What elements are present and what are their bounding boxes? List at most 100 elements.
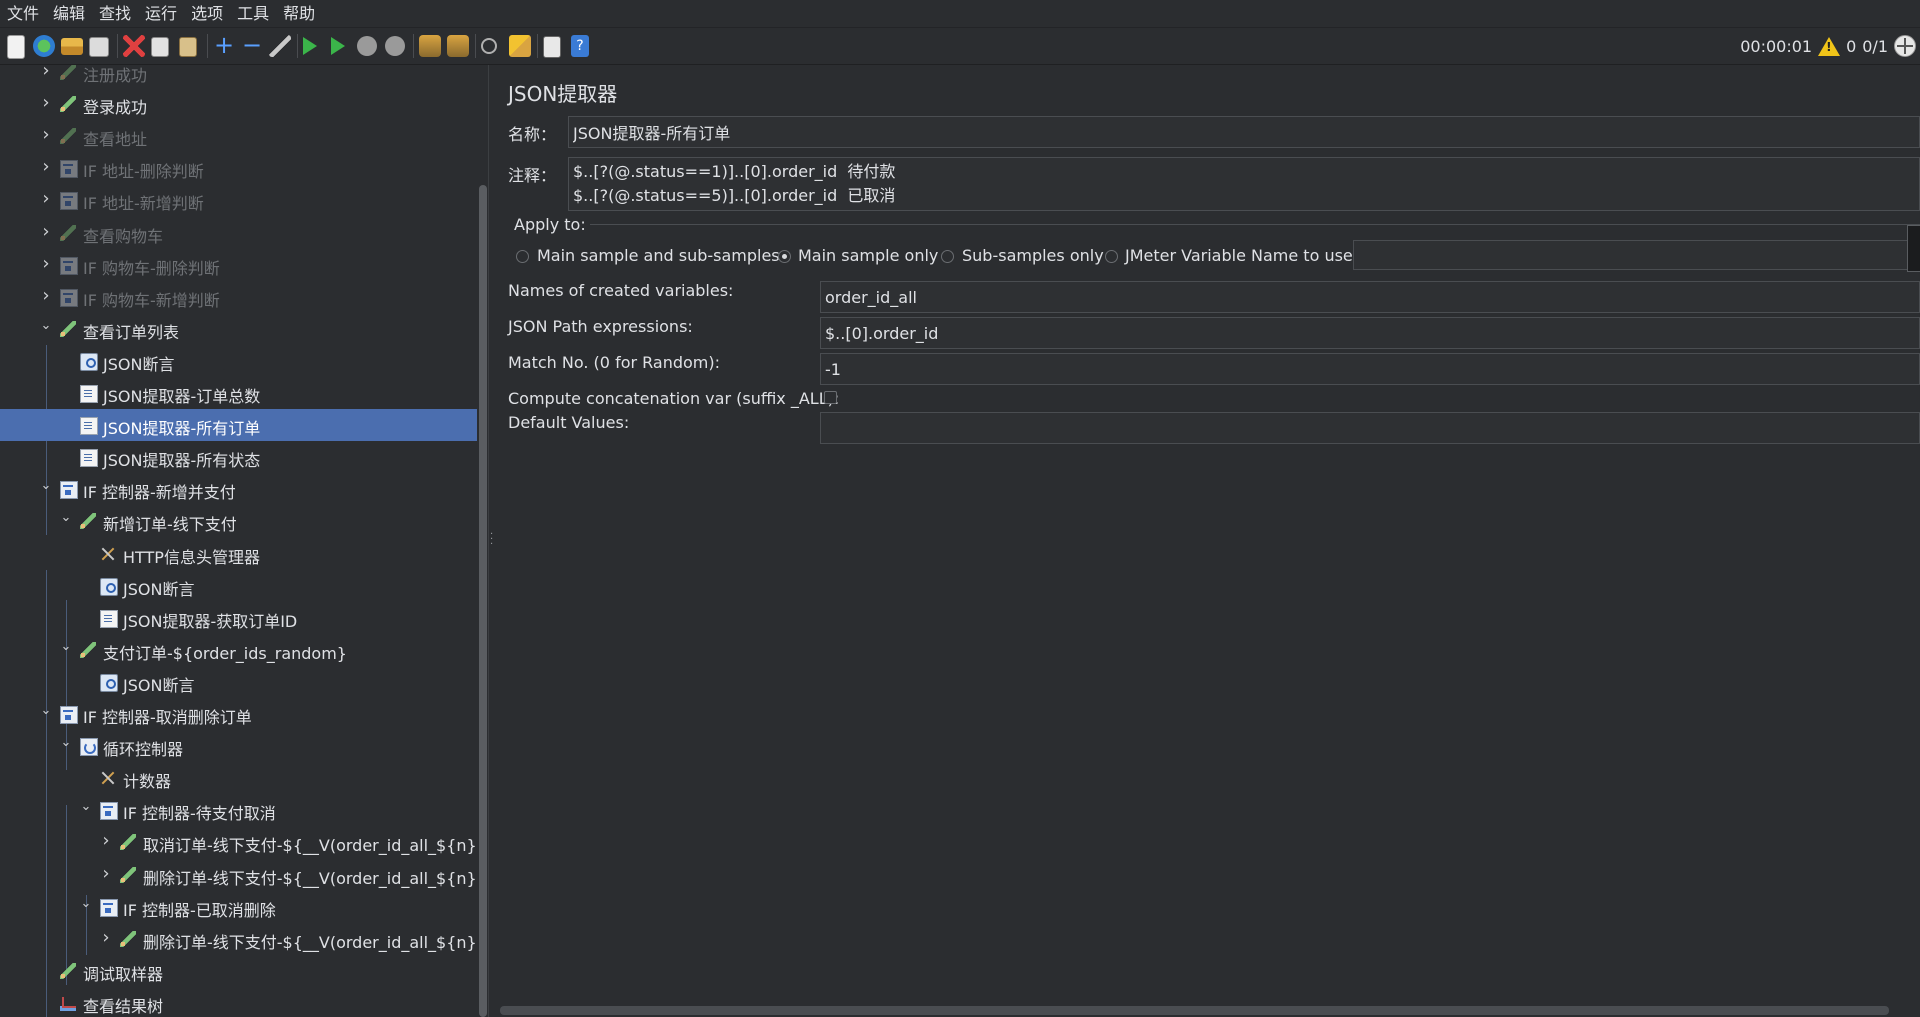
copy-icon[interactable] bbox=[151, 37, 169, 57]
chevron-right-icon[interactable]: › bbox=[39, 94, 53, 112]
tree-node[interactable]: ⌄ IF 控制器-取消删除订单 bbox=[0, 698, 477, 730]
chevron-down-icon[interactable]: ⌄ bbox=[59, 511, 73, 525]
clear-all-icon[interactable] bbox=[447, 35, 469, 57]
tree-node[interactable]: ⌄ IF 控制器-已取消删除 bbox=[0, 891, 477, 923]
match-no-field[interactable] bbox=[820, 353, 1920, 385]
radio-main-and-sub[interactable] bbox=[516, 250, 529, 263]
tree-node[interactable]: › 查看购物车 bbox=[0, 217, 477, 249]
chevron-down-icon[interactable]: ⌄ bbox=[79, 800, 93, 814]
chevron-right-icon[interactable]: › bbox=[99, 928, 113, 946]
tree-node[interactable]: ⌄ IF 控制器-新增并支付 bbox=[0, 473, 477, 505]
tree-node[interactable]: › IF 购物车-删除判断 bbox=[0, 249, 477, 281]
help-icon[interactable]: ? bbox=[571, 35, 589, 57]
menu-run[interactable]: 运行 bbox=[138, 0, 184, 27]
reset-search-icon[interactable] bbox=[509, 35, 531, 57]
editor-horizontal-scrollbar[interactable] bbox=[500, 1006, 1889, 1015]
tree-node[interactable]: › 注册成功 bbox=[0, 65, 477, 88]
radio-sub-only-label[interactable]: Sub-samples only bbox=[962, 246, 1104, 265]
side-collapse-tab[interactable] bbox=[1907, 225, 1920, 272]
toggle-icon[interactable] bbox=[269, 35, 291, 57]
tree-node[interactable]: ⌄ 查看订单列表 bbox=[0, 313, 477, 345]
menu-help[interactable]: 帮助 bbox=[276, 0, 322, 27]
tree-node[interactable]: › 查看地址 bbox=[0, 120, 477, 152]
radio-sub-only[interactable] bbox=[941, 250, 954, 263]
chevron-right-icon[interactable]: › bbox=[39, 65, 53, 80]
tree-node[interactable]: JSON提取器-所有状态 bbox=[0, 441, 477, 473]
menu-edit[interactable]: 编辑 bbox=[46, 0, 92, 27]
clear-icon[interactable] bbox=[419, 35, 441, 57]
chevron-right-icon[interactable]: › bbox=[99, 864, 113, 882]
pencil-icon bbox=[80, 513, 96, 530]
names-field[interactable] bbox=[820, 281, 1920, 313]
search-icon[interactable] bbox=[481, 38, 497, 54]
tree-node[interactable]: › 删除订单-线下支付-${__V(order_id_all_${n})} bbox=[0, 859, 477, 891]
radio-main-only-label[interactable]: Main sample only bbox=[798, 246, 938, 265]
menu-file[interactable]: 文件 bbox=[0, 0, 46, 27]
chevron-right-icon[interactable]: › bbox=[39, 158, 53, 176]
splitter-grip-icon[interactable]: · · · bbox=[490, 530, 494, 550]
open-icon[interactable] bbox=[61, 38, 83, 55]
tree-node[interactable]: JSON断言 bbox=[0, 570, 477, 602]
chevron-right-icon[interactable]: › bbox=[39, 286, 53, 304]
json-path-field[interactable] bbox=[820, 317, 1920, 349]
tree-node[interactable]: JSON提取器-获取订单ID bbox=[0, 602, 477, 634]
chevron-right-icon[interactable]: › bbox=[39, 254, 53, 272]
tree-node[interactable]: JSON提取器-订单总数 bbox=[0, 377, 477, 409]
warning-icon[interactable] bbox=[1818, 36, 1841, 56]
menu-options[interactable]: 选项 bbox=[184, 0, 230, 27]
chevron-down-icon[interactable]: ⌄ bbox=[39, 479, 53, 493]
paste-icon[interactable] bbox=[179, 37, 197, 57]
radio-jmeter-variable-label[interactable]: JMeter Variable Name to use bbox=[1125, 246, 1353, 265]
tree-node[interactable]: ⌄ 支付订单-${order_ids_random} bbox=[0, 634, 477, 666]
comment-field[interactable] bbox=[568, 157, 1920, 211]
tree-node[interactable]: JSON断言 bbox=[0, 666, 477, 698]
cut-icon[interactable] bbox=[123, 35, 145, 57]
name-field[interactable] bbox=[568, 116, 1920, 148]
tree-node[interactable]: HTTP信息头管理器 bbox=[0, 538, 477, 570]
test-plan-tree[interactable]: › 注册成功 › 登录成功 › 查看地址 › IF 地址-删除判断 › IF 地址-新增判断 › 查看… bbox=[0, 65, 477, 1017]
tree-node[interactable]: › 删除订单-线下支付-${__V(order_id_all_${n})} bbox=[0, 923, 477, 955]
chevron-right-icon[interactable]: › bbox=[39, 190, 53, 208]
save-icon[interactable] bbox=[89, 37, 109, 57]
stop-icon[interactable] bbox=[357, 36, 377, 56]
chevron-right-icon[interactable]: › bbox=[39, 126, 53, 144]
tree-node[interactable]: ⌄ IF 控制器-待支付取消 bbox=[0, 794, 477, 826]
start-icon[interactable] bbox=[303, 37, 317, 55]
chevron-down-icon[interactable]: ⌄ bbox=[39, 704, 53, 718]
tree-node[interactable]: › IF 地址-新增判断 bbox=[0, 184, 477, 216]
tree-node[interactable]: ⌄ 循环控制器 bbox=[0, 730, 477, 762]
tree-node[interactable]: ⌄ 新增订单-线下支付 bbox=[0, 505, 477, 537]
tree-node[interactable]: › 取消订单-线下支付-${__V(order_id_all_${n})} bbox=[0, 826, 477, 858]
chevron-down-icon[interactable]: ⌄ bbox=[59, 736, 73, 750]
menu-search[interactable]: 查找 bbox=[92, 0, 138, 27]
function-helper-icon[interactable] bbox=[543, 36, 561, 58]
tree-node[interactable]: › IF 购物车-新增判断 bbox=[0, 281, 477, 313]
chevron-down-icon[interactable]: ⌄ bbox=[39, 318, 53, 333]
tree-node[interactable]: › 登录成功 bbox=[0, 88, 477, 120]
menu-tools[interactable]: 工具 bbox=[230, 0, 276, 27]
expand-icon[interactable]: + bbox=[213, 33, 235, 57]
templates-icon[interactable] bbox=[33, 35, 55, 57]
shutdown-icon[interactable] bbox=[385, 36, 405, 56]
chevron-down-icon[interactable]: ⌄ bbox=[59, 639, 73, 654]
radio-main-and-sub-label[interactable]: Main sample and sub-samples bbox=[537, 246, 780, 265]
chevron-down-icon[interactable]: ⌄ bbox=[79, 896, 93, 911]
jmeter-variable-name-field[interactable] bbox=[1353, 240, 1920, 270]
new-icon[interactable] bbox=[7, 35, 25, 59]
tree-node[interactable]: › IF 地址-删除判断 bbox=[0, 152, 477, 184]
tree-node-selected[interactable]: JSON提取器-所有订单 bbox=[0, 409, 477, 442]
concat-checkbox[interactable] bbox=[824, 391, 837, 404]
tree-scroll-thumb[interactable] bbox=[479, 185, 487, 1017]
collapse-icon[interactable]: − bbox=[241, 33, 263, 57]
tree-node[interactable]: 调试取样器 bbox=[0, 955, 477, 987]
chevron-right-icon[interactable]: › bbox=[39, 222, 53, 240]
tree-node[interactable]: JSON断言 bbox=[0, 345, 477, 377]
radio-main-only[interactable] bbox=[778, 250, 791, 263]
radio-jmeter-variable[interactable] bbox=[1105, 250, 1118, 263]
default-values-field[interactable] bbox=[820, 412, 1920, 444]
tree-node[interactable]: 计数器 bbox=[0, 762, 477, 794]
remote-globe-icon[interactable] bbox=[1894, 35, 1916, 57]
start-no-pause-icon[interactable] bbox=[331, 37, 345, 55]
chevron-right-icon[interactable]: › bbox=[99, 832, 113, 850]
tree-node[interactable]: 查看结果树 bbox=[0, 987, 477, 1017]
